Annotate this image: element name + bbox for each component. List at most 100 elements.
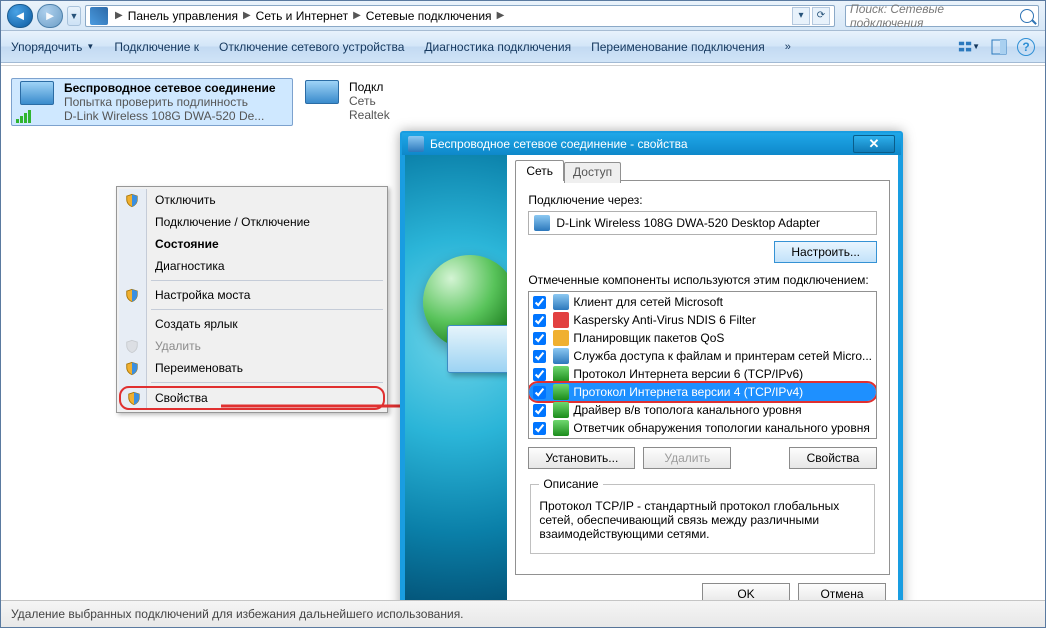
- shield-icon: [125, 193, 139, 208]
- ctx-bridge[interactable]: Настройка моста: [119, 284, 385, 306]
- ctx-properties[interactable]: Свойства: [119, 386, 385, 410]
- nav-forward-button[interactable]: ►: [37, 4, 63, 28]
- connection-title: Беспроводное сетевое соединение: [64, 81, 276, 95]
- connect-to-button[interactable]: Подключение к: [114, 40, 199, 54]
- component-item: Протокол Интернета версии 6 (TCP/IPv6): [529, 365, 876, 383]
- connection-status: Попытка проверить подлинность: [64, 95, 276, 109]
- disable-device-button[interactable]: Отключение сетевого устройства: [219, 40, 404, 54]
- description-group: Описание Протокол TCP/IP - стандартный п…: [530, 477, 875, 554]
- component-checkbox[interactable]: [533, 296, 546, 309]
- breadcrumb-sep-icon: ▶: [112, 10, 126, 21]
- component-checkbox[interactable]: [533, 386, 546, 399]
- component-icon: [553, 402, 569, 418]
- dialog-banner-image: [405, 155, 507, 613]
- preview-pane-button[interactable]: [987, 36, 1011, 58]
- components-listbox[interactable]: Клиент для сетей Microsoft Kaspersky Ant…: [528, 291, 877, 439]
- wireless-connection-icon: [16, 81, 58, 123]
- breadcrumb-sep-icon: ▶: [240, 10, 254, 21]
- connection-device: Realtek: [349, 108, 390, 122]
- ctx-connect-disconnect[interactable]: Подключение / Отключение: [119, 211, 385, 233]
- content-pane: Беспроводное сетевое соединение Попытка …: [1, 65, 1045, 599]
- search-input[interactable]: Поиск: Сетевые подключения: [845, 5, 1039, 27]
- breadcrumb-sep-icon: ▶: [494, 10, 508, 21]
- tab-network[interactable]: Сеть: [515, 160, 564, 181]
- component-item: Kaspersky Anti-Virus NDIS 6 Filter: [529, 311, 876, 329]
- component-icon: [553, 312, 569, 328]
- components-label: Отмеченные компоненты используются этим …: [528, 273, 877, 287]
- diagnose-connection-button[interactable]: Диагностика подключения: [424, 40, 571, 54]
- shield-icon: [125, 339, 139, 354]
- component-checkbox[interactable]: [533, 314, 546, 327]
- shield-icon: [125, 288, 139, 303]
- address-bar: ◄ ► ▼ ▶ Панель управления ▶ Сеть и Интер…: [1, 1, 1045, 31]
- refresh-button[interactable]: ⟳: [812, 7, 830, 25]
- component-item-tcpipv4[interactable]: Протокол Интернета версии 4 (TCP/IPv4): [529, 383, 876, 401]
- ctx-separator: [151, 280, 383, 281]
- ctx-create-shortcut[interactable]: Создать ярлык: [119, 313, 385, 335]
- component-checkbox[interactable]: [533, 422, 546, 435]
- connection-title: Подкл: [349, 80, 390, 94]
- ctx-separator: [151, 309, 383, 310]
- search-placeholder: Поиск: Сетевые подключения: [850, 2, 1020, 30]
- configure-button[interactable]: Настроить...: [774, 241, 877, 263]
- component-checkbox[interactable]: [533, 332, 546, 345]
- component-properties-button[interactable]: Свойства: [789, 447, 877, 469]
- adapter-name: D-Link Wireless 108G DWA-520 Desktop Ada…: [556, 216, 820, 230]
- breadcrumb-sep-icon: ▶: [350, 10, 364, 21]
- description-text: Протокол TCP/IP - стандартный протокол г…: [539, 499, 866, 541]
- component-checkbox[interactable]: [533, 404, 546, 417]
- component-item: Драйвер в/в тополога канального уровня: [529, 401, 876, 419]
- component-item: Служба доступа к файлам и принтерам сете…: [529, 347, 876, 365]
- component-checkbox[interactable]: [533, 350, 546, 363]
- ctx-delete: Удалить: [119, 335, 385, 357]
- toolbar-overflow-button[interactable]: »: [785, 41, 791, 53]
- component-icon: [553, 384, 569, 400]
- component-icon: [553, 420, 569, 436]
- component-item: Планировщик пакетов QoS: [529, 329, 876, 347]
- shield-icon: [127, 391, 141, 406]
- connection-item-wireless[interactable]: Беспроводное сетевое соединение Попытка …: [11, 78, 293, 126]
- tab-sharing[interactable]: Доступ: [564, 162, 621, 183]
- location-icon: [90, 7, 108, 25]
- ctx-separator: [151, 382, 383, 383]
- command-bar: Упорядочить▼ Подключение к Отключение се…: [1, 31, 1045, 63]
- connections-list: Беспроводное сетевое соединение Попытка …: [1, 66, 1045, 138]
- adapter-icon: [534, 215, 550, 231]
- organize-menu[interactable]: Упорядочить▼: [11, 40, 94, 54]
- connection-status: Сеть: [349, 94, 390, 108]
- help-button[interactable]: ?: [1017, 38, 1035, 56]
- ctx-status[interactable]: Состояние: [119, 233, 385, 255]
- rename-connection-button[interactable]: Переименование подключения: [591, 40, 765, 54]
- breadcrumb-network-internet[interactable]: Сеть и Интернет: [254, 9, 350, 23]
- breadcrumb-dropdown-button[interactable]: ▾: [792, 7, 810, 25]
- view-options-button[interactable]: ▼: [957, 36, 981, 58]
- properties-dialog: Беспроводное сетевое соединение - свойст…: [400, 131, 903, 621]
- connection-device: D-Link Wireless 108G DWA-520 De...: [64, 109, 276, 123]
- breadcrumb-control-panel[interactable]: Панель управления: [126, 9, 240, 23]
- ctx-rename[interactable]: Переименовать: [119, 357, 385, 379]
- breadcrumb[interactable]: ▶ Панель управления ▶ Сеть и Интернет ▶ …: [85, 5, 835, 27]
- shield-icon: [125, 361, 139, 376]
- connection-item-lan[interactable]: Подкл Сеть Realtek: [297, 78, 579, 126]
- adapter-field: D-Link Wireless 108G DWA-520 Desktop Ada…: [528, 211, 877, 235]
- preview-icon: [991, 39, 1007, 55]
- nav-history-dropdown[interactable]: ▼: [67, 6, 81, 26]
- breadcrumb-network-connections[interactable]: Сетевые подключения: [364, 9, 494, 23]
- component-icon: [553, 348, 569, 364]
- component-icon: [553, 294, 569, 310]
- search-icon: [1020, 9, 1034, 23]
- install-button[interactable]: Установить...: [528, 447, 635, 469]
- adapter-icon: [408, 136, 424, 152]
- dialog-network-panel: Подключение через: D-Link Wireless 108G …: [515, 180, 890, 575]
- component-checkbox[interactable]: [533, 368, 546, 381]
- nav-back-button[interactable]: ◄: [7, 4, 33, 28]
- ctx-disable[interactable]: Отключить: [119, 189, 385, 211]
- component-item: Ответчик обнаружения топологии канальног…: [529, 419, 876, 437]
- component-item: Клиент для сетей Microsoft: [529, 293, 876, 311]
- dialog-close-button[interactable]: ✕: [853, 135, 895, 153]
- component-icon: [553, 366, 569, 382]
- component-icon: [553, 330, 569, 346]
- dialog-titlebar[interactable]: Беспроводное сетевое соединение - свойст…: [402, 133, 901, 155]
- description-legend: Описание: [539, 477, 602, 491]
- ctx-diagnose[interactable]: Диагностика: [119, 255, 385, 277]
